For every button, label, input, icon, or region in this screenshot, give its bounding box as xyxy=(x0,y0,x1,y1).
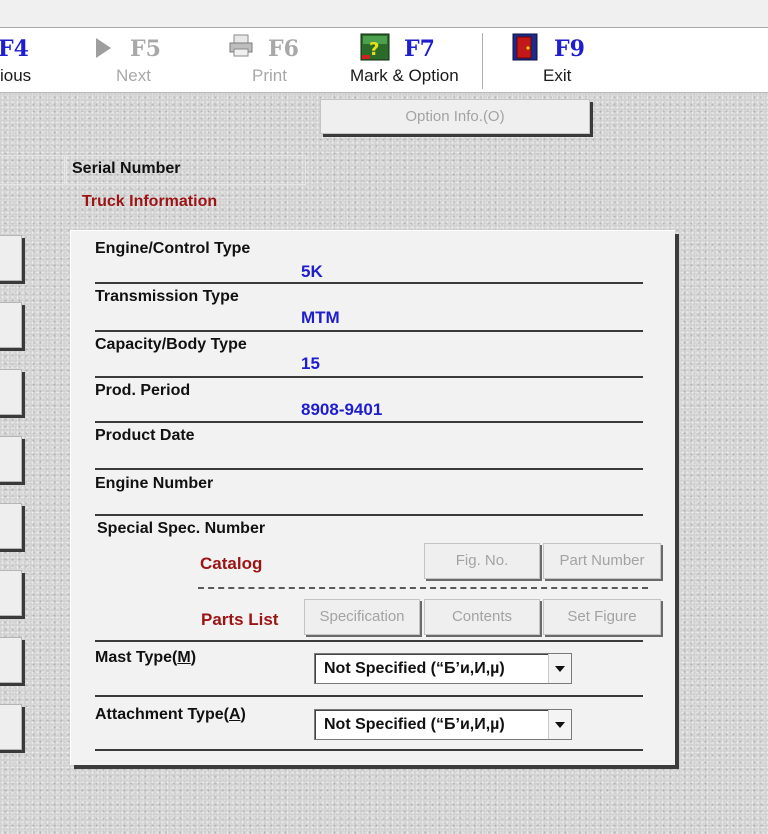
divider xyxy=(95,514,643,516)
mast-type-label: Mast Type(M) xyxy=(95,649,196,667)
part-number-button[interactable]: Part Number xyxy=(543,543,661,579)
side-button-6[interactable] xyxy=(0,570,22,616)
attachment-type-label: Attachment Type(A) xyxy=(95,706,246,724)
mast-type-hotkey: M xyxy=(177,649,191,666)
divider xyxy=(95,282,643,284)
attachment-type-label-prefix: Attachment Type( xyxy=(95,706,229,723)
parts-list-label: Parts List xyxy=(201,610,279,629)
chevron-down-icon[interactable] xyxy=(548,654,571,683)
capacity-body-type-label: Capacity/Body Type xyxy=(95,336,247,353)
product-date-label: Product Date xyxy=(95,427,195,444)
mast-type-label-suffix: ) xyxy=(190,649,197,666)
divider xyxy=(95,376,643,378)
exit-button[interactable]: F9 Exit xyxy=(508,28,608,92)
part-number-label: Part Number xyxy=(559,552,645,569)
divider xyxy=(95,749,643,751)
divider xyxy=(95,330,643,332)
side-button-1[interactable] xyxy=(0,235,22,281)
engine-control-type-label: Engine/Control Type xyxy=(95,240,251,257)
side-button-4[interactable] xyxy=(0,436,22,482)
prod-period-value: 8908-9401 xyxy=(301,400,383,419)
engine-control-type-value: 5K xyxy=(301,262,323,281)
f5-key-label: F5 xyxy=(130,36,161,62)
mark-option-button[interactable]: ? F7 Mark & Option xyxy=(348,28,473,92)
side-button-7[interactable] xyxy=(0,637,22,683)
truck-information-title: Truck Information xyxy=(82,193,218,210)
dashed-divider xyxy=(198,587,648,589)
chevron-down-icon[interactable] xyxy=(548,710,571,739)
divider xyxy=(95,640,643,642)
contents-button[interactable]: Contents xyxy=(424,599,540,635)
toolbar-separator xyxy=(482,33,483,89)
mark-option-label: Mark & Option xyxy=(350,66,459,85)
prod-period-label: Prod. Period xyxy=(95,382,191,399)
fig-no-label: Fig. No. xyxy=(455,552,509,569)
attachment-type-hotkey: A xyxy=(228,706,241,723)
attachment-type-label-suffix: ) xyxy=(240,706,246,723)
serial-left-box xyxy=(0,155,65,185)
truck-information-panel xyxy=(70,230,675,765)
attachment-type-selected: Not Specified (“Б’и,И,µ) xyxy=(324,716,505,733)
side-button-8[interactable] xyxy=(0,704,22,750)
exit-label: Exit xyxy=(543,66,572,85)
catalog-label: Catalog xyxy=(200,554,263,573)
divider xyxy=(95,468,643,470)
transmission-type-label: Transmission Type xyxy=(95,288,239,305)
capacity-body-type-value: 15 xyxy=(301,354,320,373)
mark-option-icon: ? xyxy=(360,33,390,61)
serial-number-label: Serial Number xyxy=(72,160,181,177)
next-button[interactable]: F5 Next xyxy=(90,28,170,92)
side-button-5[interactable] xyxy=(0,503,22,549)
divider xyxy=(95,421,643,423)
option-info-button[interactable]: Option Info.(O) xyxy=(320,99,590,134)
divider xyxy=(95,695,643,697)
previous-label: ious xyxy=(0,66,32,85)
f4-key-label: F4 xyxy=(0,36,29,62)
option-info-label: Option Info.(O) xyxy=(405,108,505,125)
side-button-3[interactable] xyxy=(0,369,22,415)
mast-type-select[interactable]: Not Specified (“Б’и,И,µ) xyxy=(314,653,572,684)
f9-key-label: F9 xyxy=(554,36,585,62)
set-figure-button[interactable]: Set Figure xyxy=(543,599,661,635)
transmission-type-value: MTM xyxy=(301,308,340,327)
fig-no-button[interactable]: Fig. No. xyxy=(424,543,540,579)
title-strip xyxy=(0,0,768,28)
specification-button[interactable]: Specification xyxy=(304,599,420,635)
play-arrow-icon xyxy=(96,38,111,58)
contents-label: Contents xyxy=(451,608,513,625)
exit-door-icon xyxy=(512,33,538,61)
special-spec-number-label: Special Spec. Number xyxy=(97,520,266,537)
attachment-type-select[interactable]: Not Specified (“Б’и,И,µ) xyxy=(314,709,572,740)
next-label: Next xyxy=(116,66,151,85)
set-figure-label: Set Figure xyxy=(567,608,637,625)
engine-number-label: Engine Number xyxy=(95,475,214,492)
f7-key-label: F7 xyxy=(404,36,435,62)
previous-button[interactable]: F4 ious xyxy=(0,28,60,92)
print-button[interactable]: F6 Print xyxy=(226,28,316,92)
function-toolbar: F4 ious F5 Next F6 Print ? F7 Mark & Opt… xyxy=(0,28,768,93)
mast-type-label-prefix: Mast Type( xyxy=(95,649,178,666)
side-button-2[interactable] xyxy=(0,302,22,348)
specification-label: Specification xyxy=(319,608,405,625)
svg-text:?: ? xyxy=(369,39,379,60)
print-label: Print xyxy=(252,66,287,85)
f6-key-label: F6 xyxy=(268,36,299,62)
mast-type-selected: Not Specified (“Б’и,И,µ) xyxy=(324,660,505,677)
printer-icon xyxy=(229,34,253,57)
